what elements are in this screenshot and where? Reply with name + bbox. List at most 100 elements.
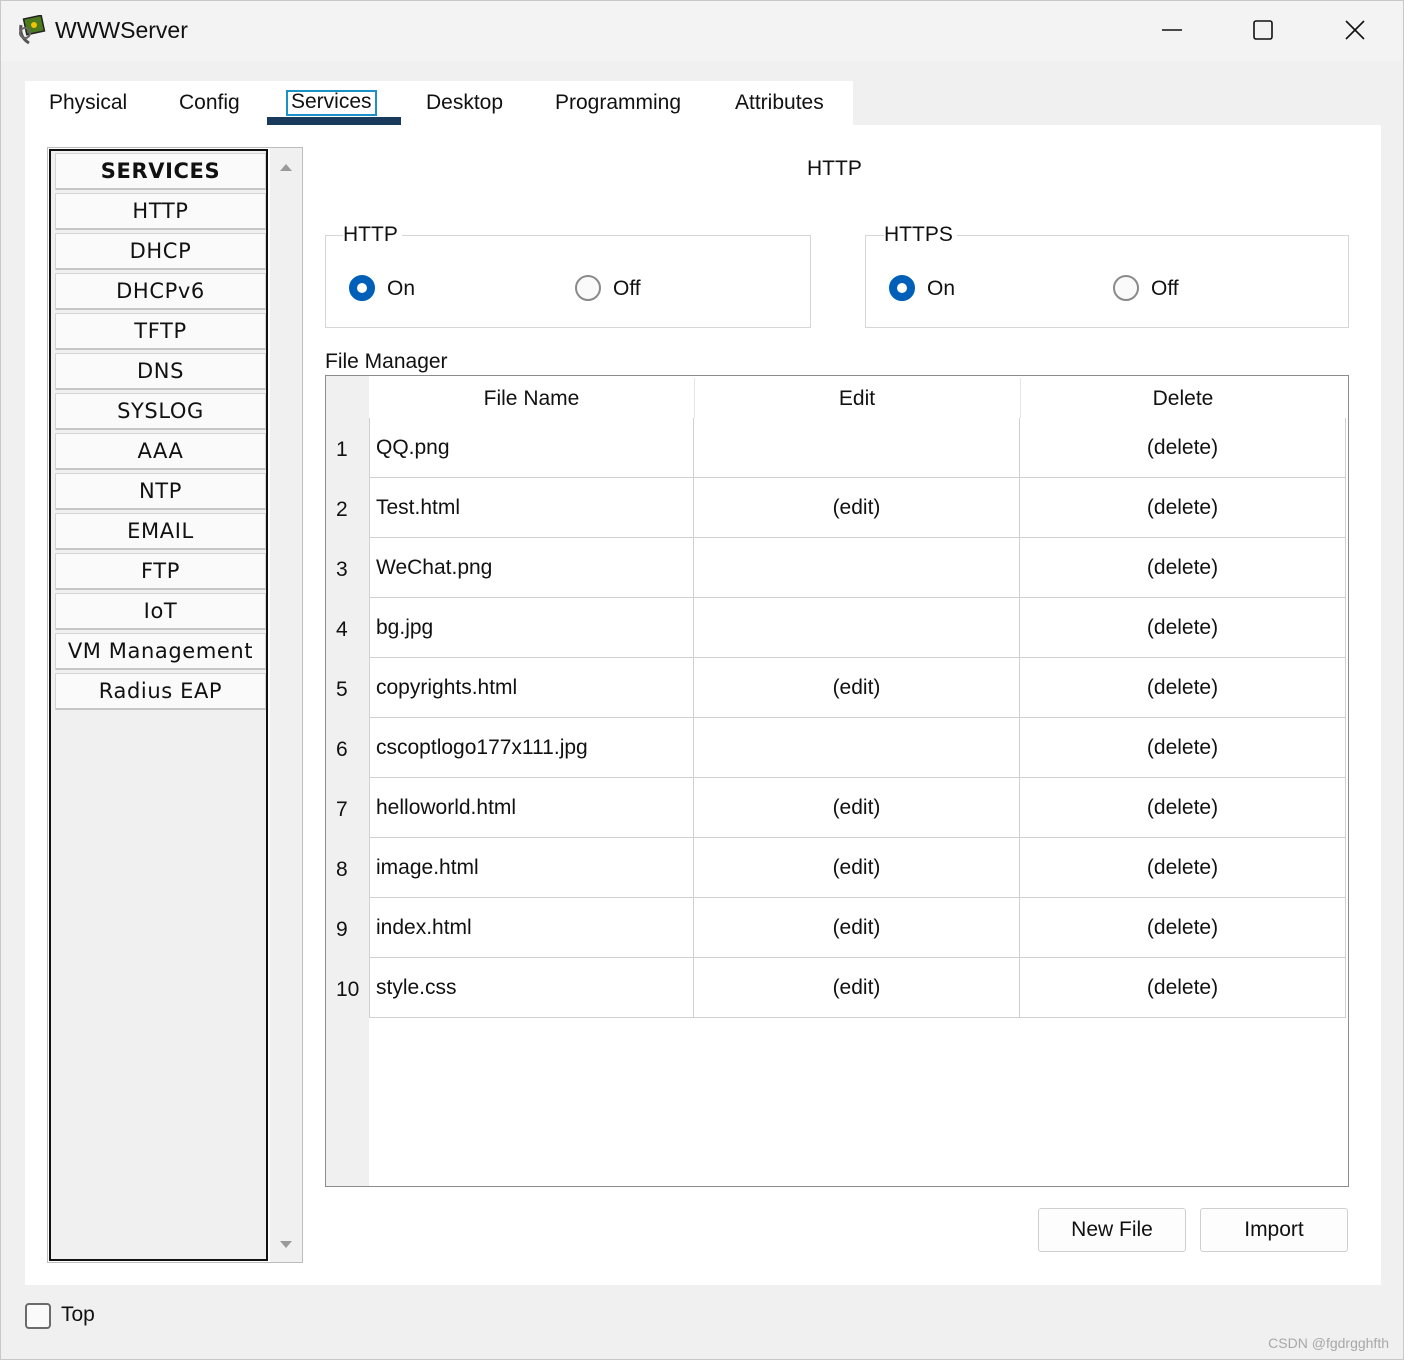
- row-number: 3: [336, 558, 348, 581]
- table-row: 6 cscoptlogo177x111.jpg (delete): [326, 718, 1348, 778]
- service-http[interactable]: HTTP: [55, 193, 266, 230]
- table-row: 2 Test.html (edit) (delete): [326, 478, 1348, 538]
- edit-link[interactable]: (edit): [694, 838, 1020, 898]
- service-ntp[interactable]: NTP: [55, 473, 266, 510]
- close-button[interactable]: [1309, 1, 1401, 61]
- https-off-label[interactable]: Off: [1151, 277, 1179, 301]
- table-row: 3 WeChat.png (delete): [326, 538, 1348, 598]
- minimize-icon: [1162, 29, 1182, 31]
- row-number: 1: [336, 438, 348, 461]
- delete-link[interactable]: (delete): [1020, 838, 1346, 898]
- maximize-button[interactable]: [1217, 1, 1309, 61]
- http-on-radio[interactable]: [349, 275, 375, 301]
- table-row: 1 QQ.png (delete): [326, 418, 1348, 478]
- http-off-radio[interactable]: [575, 275, 601, 301]
- file-name-cell[interactable]: style.css: [369, 958, 694, 1018]
- edit-link[interactable]: (edit): [694, 958, 1020, 1018]
- edit-link[interactable]: (edit): [694, 898, 1020, 958]
- row-number: 6: [336, 738, 348, 761]
- tab-bar: Physical Config Services Desktop Program…: [25, 81, 853, 125]
- column-header-file-name[interactable]: File Name: [369, 376, 694, 420]
- delete-link[interactable]: (delete): [1020, 538, 1346, 598]
- watermark: CSDN @fgdrgghfth: [1268, 1335, 1389, 1351]
- http-legend: HTTP: [343, 223, 402, 247]
- edit-link[interactable]: [694, 418, 1020, 478]
- service-syslog[interactable]: SYSLOG: [55, 393, 266, 430]
- delete-link[interactable]: (delete): [1020, 778, 1346, 838]
- import-button[interactable]: Import: [1200, 1208, 1348, 1252]
- https-on-label[interactable]: On: [927, 277, 955, 301]
- services-list: SERVICES HTTP DHCP DHCPv6 TFTP DNS SYSLO…: [47, 147, 303, 1263]
- column-header-edit[interactable]: Edit: [694, 376, 1020, 420]
- edit-link[interactable]: [694, 718, 1020, 778]
- title-bar: WWWServer: [1, 1, 1403, 61]
- file-name-cell[interactable]: cscoptlogo177x111.jpg: [369, 718, 694, 778]
- service-dhcp[interactable]: DHCP: [55, 233, 266, 270]
- service-dhcpv6[interactable]: DHCPv6: [55, 273, 266, 310]
- row-number: 2: [336, 498, 348, 521]
- services-list-inner: SERVICES HTTP DHCP DHCPv6 TFTP DNS SYSLO…: [49, 149, 268, 1261]
- scroll-down-icon[interactable]: [280, 1241, 292, 1248]
- tab-config[interactable]: Config: [179, 81, 240, 125]
- service-iot[interactable]: IoT: [55, 593, 266, 630]
- file-table: File Name Edit Delete 1 QQ.png (delete) …: [325, 375, 1349, 1187]
- https-legend: HTTPS: [884, 223, 957, 247]
- service-radius-eap[interactable]: Radius EAP: [55, 673, 266, 710]
- tab-attributes[interactable]: Attributes: [735, 81, 824, 125]
- tab-desktop[interactable]: Desktop: [426, 81, 503, 125]
- top-checkbox-label[interactable]: Top: [61, 1303, 95, 1327]
- http-on-label[interactable]: On: [387, 277, 415, 301]
- new-file-button[interactable]: New File: [1038, 1208, 1186, 1252]
- edit-link[interactable]: [694, 598, 1020, 658]
- top-checkbox[interactable]: [25, 1303, 51, 1329]
- https-off-radio[interactable]: [1113, 275, 1139, 301]
- row-number: 8: [336, 858, 348, 881]
- edit-link[interactable]: (edit): [694, 478, 1020, 538]
- delete-link[interactable]: (delete): [1020, 658, 1346, 718]
- panel-title: HTTP: [807, 157, 862, 180]
- table-row: 8 image.html (edit) (delete): [326, 838, 1348, 898]
- tab-physical[interactable]: Physical: [49, 81, 127, 125]
- service-dns[interactable]: DNS: [55, 353, 266, 390]
- tab-services[interactable]: Services: [286, 90, 377, 116]
- service-email[interactable]: EMAIL: [55, 513, 266, 550]
- file-name-cell[interactable]: index.html: [369, 898, 694, 958]
- delete-link[interactable]: (delete): [1020, 418, 1346, 478]
- service-vm-management[interactable]: VM Management: [55, 633, 266, 670]
- file-name-cell[interactable]: helloworld.html: [369, 778, 694, 838]
- maximize-icon: [1253, 20, 1273, 40]
- delete-link[interactable]: (delete): [1020, 958, 1346, 1018]
- service-aaa[interactable]: AAA: [55, 433, 266, 470]
- edit-link[interactable]: [694, 538, 1020, 598]
- delete-link[interactable]: (delete): [1020, 598, 1346, 658]
- row-number: 7: [336, 798, 348, 821]
- file-name-cell[interactable]: bg.jpg: [369, 598, 694, 658]
- table-row: 7 helloworld.html (edit) (delete): [326, 778, 1348, 838]
- file-name-cell[interactable]: QQ.png: [369, 418, 694, 478]
- close-icon: [1345, 20, 1365, 40]
- https-on-radio[interactable]: [889, 275, 915, 301]
- column-header-delete[interactable]: Delete: [1020, 376, 1346, 420]
- edit-link[interactable]: (edit): [694, 658, 1020, 718]
- file-name-cell[interactable]: WeChat.png: [369, 538, 694, 598]
- window-title: WWWServer: [55, 17, 188, 43]
- file-name-cell[interactable]: image.html: [369, 838, 694, 898]
- delete-link[interactable]: (delete): [1020, 718, 1346, 778]
- service-tftp[interactable]: TFTP: [55, 313, 266, 350]
- http-off-label[interactable]: Off: [613, 277, 641, 301]
- tab-programming[interactable]: Programming: [555, 81, 681, 125]
- file-name-cell[interactable]: Test.html: [369, 478, 694, 538]
- delete-link[interactable]: (delete): [1020, 478, 1346, 538]
- table-row: 9 index.html (edit) (delete): [326, 898, 1348, 958]
- services-scrollbar[interactable]: [270, 148, 302, 1262]
- edit-link[interactable]: (edit): [694, 778, 1020, 838]
- minimize-button[interactable]: [1126, 1, 1218, 61]
- delete-link[interactable]: (delete): [1020, 898, 1346, 958]
- table-row: 10 style.css (edit) (delete): [326, 958, 1348, 1018]
- tab-selected-indicator: [267, 117, 401, 125]
- file-name-cell[interactable]: copyrights.html: [369, 658, 694, 718]
- app-window: WWWServer Physical Config Services Deskt…: [0, 0, 1404, 1360]
- scroll-up-icon[interactable]: [280, 164, 292, 171]
- services-header: SERVICES: [55, 153, 266, 190]
- service-ftp[interactable]: FTP: [55, 553, 266, 590]
